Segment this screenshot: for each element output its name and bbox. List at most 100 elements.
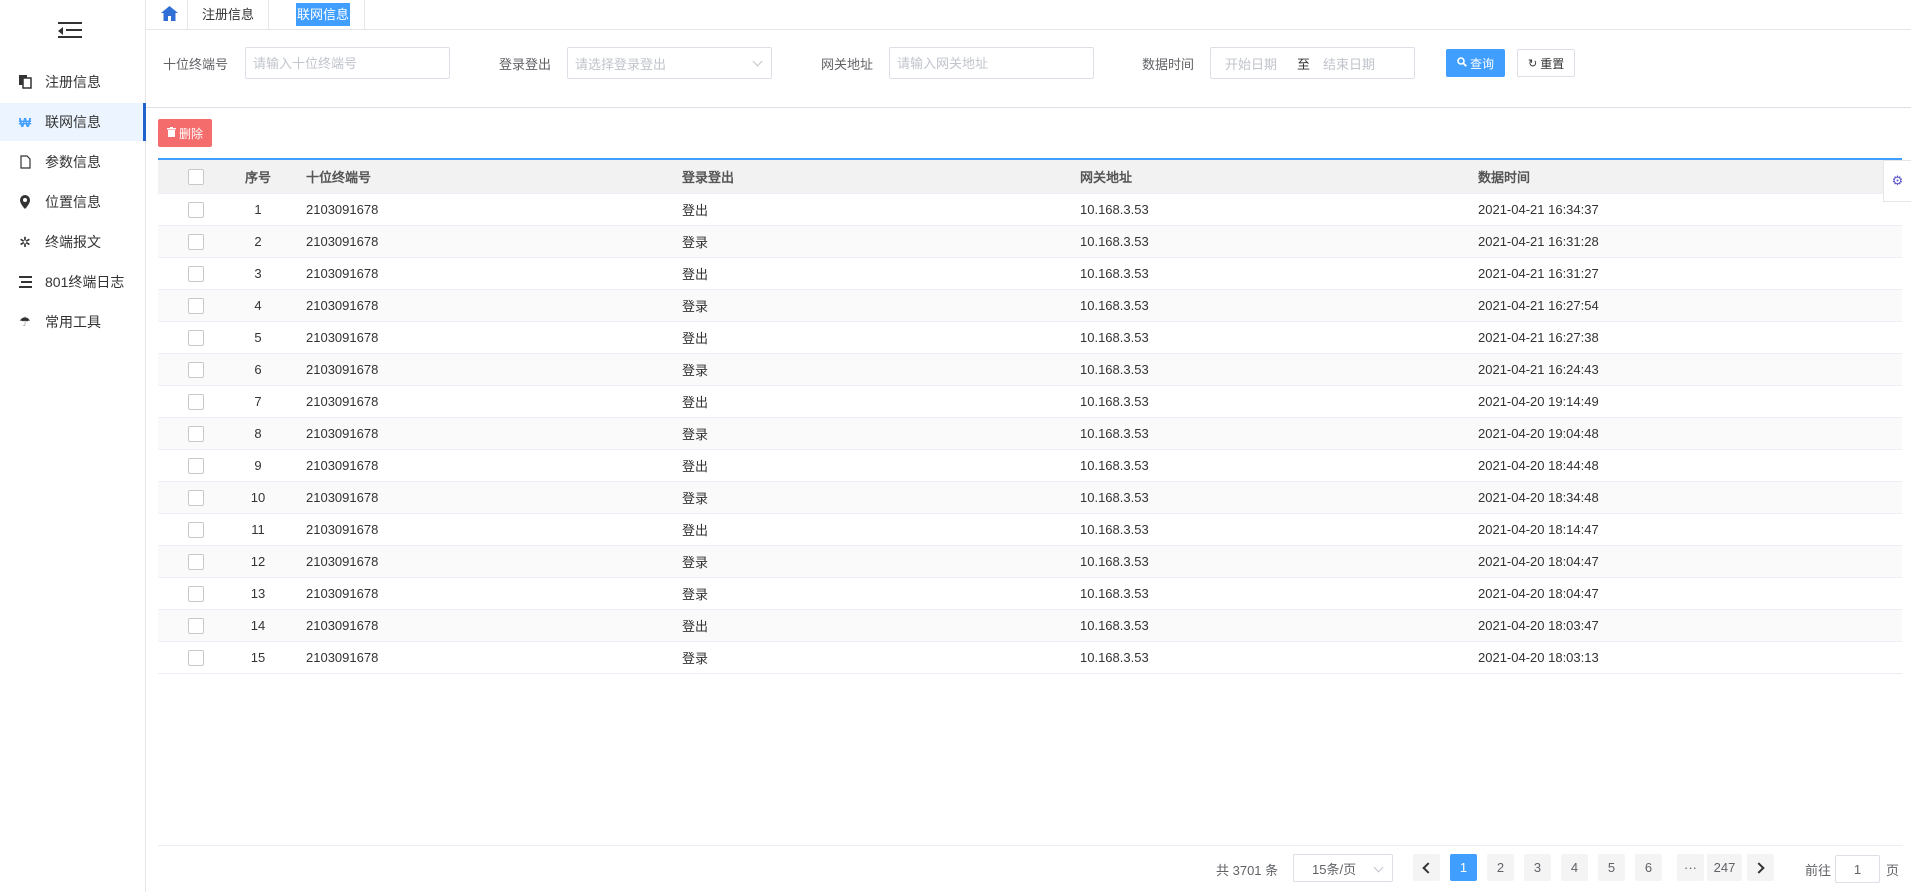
ellipsis-page[interactable]: ···	[1677, 854, 1704, 881]
cell-index: 11	[251, 522, 265, 537]
cell-gateway: 10.168.3.53	[1080, 458, 1149, 473]
sidebar-item-tools[interactable]: ☂ 常用工具	[0, 303, 146, 341]
page-4[interactable]: 4	[1561, 854, 1588, 881]
page-5[interactable]: 5	[1598, 854, 1625, 881]
column-settings-button[interactable]: ⚙	[1883, 160, 1911, 202]
sidebar-item-messages[interactable]: ✲ 终端报文	[0, 223, 146, 261]
row-checkbox[interactable]	[188, 265, 204, 282]
cell-login: 登录	[682, 555, 709, 570]
date-range-picker[interactable]: 开始日期 至 结束日期	[1210, 47, 1415, 79]
table-row[interactable]: 5 2103091678 登出 10.168.3.53 2021-04-21 16:27…	[158, 322, 1902, 354]
goto-page-value[interactable]: 1	[1854, 862, 1861, 877]
row-checkbox[interactable]	[188, 553, 204, 570]
cell-gateway: 10.168.3.53	[1080, 298, 1149, 313]
cell-terminal: 2103091678	[306, 490, 379, 505]
time-label: 数据时间	[1142, 57, 1195, 72]
pagination-divider	[158, 845, 1903, 846]
row-checkbox[interactable]	[188, 649, 204, 666]
table-row[interactable]: 1 2103091678 登出 10.168.3.53 2021-04-21 16:34…	[158, 194, 1902, 226]
range-separator: 至	[1297, 56, 1311, 72]
table-row[interactable]: 12 2103091678 登录 10.168.3.53 2021-04-20 18:0…	[158, 546, 1902, 578]
table-row[interactable]: 3 2103091678 登出 10.168.3.53 2021-04-21 16:31…	[158, 258, 1902, 290]
tab-network[interactable]: 联网信息	[282, 0, 366, 30]
page-1[interactable]: 1	[1450, 854, 1477, 881]
data-table: 序号 十位终端号 登录登出 网关地址 数据时间 1 2103091678 登出 10.…	[158, 158, 1902, 674]
end-date-placeholder[interactable]: 结束日期	[1323, 54, 1375, 73]
row-checkbox[interactable]	[188, 521, 204, 538]
menu-toggle-icon[interactable]	[58, 20, 82, 40]
table-row[interactable]: 13 2103091678 登录 10.168.3.53 2021-04-20 18:0…	[158, 578, 1902, 610]
table-row[interactable]: 8 2103091678 登录 10.168.3.53 2021-04-20 19:04…	[158, 418, 1902, 450]
cell-gateway: 10.168.3.53	[1080, 522, 1149, 537]
page-2[interactable]: 2	[1487, 854, 1514, 881]
row-checkbox[interactable]	[188, 361, 204, 378]
row-checkbox[interactable]	[188, 329, 204, 346]
row-checkbox[interactable]	[188, 393, 204, 410]
cell-time: 2021-04-20 19:04:48	[1478, 426, 1599, 441]
cell-login: 登出	[682, 395, 709, 410]
row-checkbox[interactable]	[188, 585, 204, 602]
sidebar-item-network[interactable]: ₩ 联网信息	[0, 103, 146, 141]
cell-terminal: 2103091678	[306, 586, 379, 601]
row-checkbox[interactable]	[188, 233, 204, 250]
cell-gateway: 10.168.3.53	[1080, 426, 1149, 441]
goto-page-input[interactable]: 1	[1835, 855, 1880, 883]
login-select[interactable]: 请选择登录登出	[567, 47, 772, 79]
row-checkbox[interactable]	[188, 489, 204, 506]
cell-gateway: 10.168.3.53	[1080, 330, 1149, 345]
page-size-select[interactable]: 15条/页	[1293, 854, 1393, 882]
next-page-button[interactable]	[1747, 854, 1774, 881]
row-checkbox[interactable]	[188, 425, 204, 442]
table-row[interactable]: 11 2103091678 登出 10.168.3.53 2021-04-20 18:1…	[158, 514, 1902, 546]
filter-bar: 十位终端号 登录登出 请选择登录登出 网关地址 数据时间 开始日期 至 结束日期…	[146, 30, 1911, 108]
sidebar-item-label: 位置信息	[45, 194, 101, 210]
gear-icon: ⚙	[1891, 173, 1904, 188]
sidebar-item-label: 注册信息	[45, 74, 101, 90]
select-all-checkbox[interactable]	[188, 168, 204, 185]
page-last[interactable]: 247	[1707, 854, 1742, 881]
table-row[interactable]: 15 2103091678 登录 10.168.3.53 2021-04-20 18:0…	[158, 642, 1902, 674]
table-row[interactable]: 4 2103091678 登录 10.168.3.53 2021-04-21 16:27…	[158, 290, 1902, 322]
gateway-field[interactable]	[889, 47, 1094, 79]
sidebar-item-params[interactable]: 参数信息	[0, 143, 146, 181]
row-checkbox[interactable]	[188, 457, 204, 474]
won-icon: ₩	[18, 114, 32, 130]
sidebar-item-location[interactable]: 位置信息	[0, 183, 146, 221]
table-row[interactable]: 7 2103091678 登出 10.168.3.53 2021-04-20 19:14…	[158, 386, 1902, 418]
cell-index: 2	[254, 234, 262, 249]
sidebar-item-label: 参数信息	[45, 154, 101, 170]
sidebar-item-label: 联网信息	[45, 114, 101, 130]
cell-gateway: 10.168.3.53	[1080, 490, 1149, 505]
prev-page-button[interactable]	[1413, 854, 1440, 881]
term-label: 十位终端号	[163, 57, 229, 72]
gateway-input[interactable]	[897, 55, 1086, 71]
row-checkbox[interactable]	[188, 617, 204, 634]
cell-index: 7	[254, 394, 262, 409]
tab-register[interactable]: 注册信息	[188, 0, 270, 30]
delete-button[interactable]: 删除	[158, 119, 213, 147]
cogs-icon: ✲	[19, 233, 31, 250]
term-field[interactable]	[245, 47, 450, 79]
chevron-down-icon	[1373, 862, 1384, 873]
row-checkbox[interactable]	[188, 297, 204, 314]
query-button[interactable]: 查询	[1446, 49, 1506, 77]
table-row[interactable]: 10 2103091678 登录 10.168.3.53 2021-04-20 18:3…	[158, 482, 1902, 514]
start-date-placeholder[interactable]: 开始日期	[1225, 54, 1297, 73]
map-pin-icon	[18, 195, 32, 209]
cell-gateway: 10.168.3.53	[1080, 554, 1149, 569]
page-3[interactable]: 3	[1524, 854, 1551, 881]
query-label: 查询	[1470, 56, 1495, 71]
table-row[interactable]: 2 2103091678 登录 10.168.3.53 2021-04-21 16:31…	[158, 226, 1902, 258]
home-tab[interactable]	[152, 0, 188, 30]
table-row[interactable]: 6 2103091678 登录 10.168.3.53 2021-04-21 16:24…	[158, 354, 1902, 386]
reset-button[interactable]: ↻ 重置	[1517, 49, 1576, 77]
sidebar-item-register[interactable]: 注册信息	[0, 63, 146, 101]
page-6[interactable]: 6	[1635, 854, 1662, 881]
sidebar-item-801-log[interactable]: 801终端日志	[0, 263, 146, 301]
term-input[interactable]	[253, 55, 442, 71]
table-row[interactable]: 14 2103091678 登出 10.168.3.53 2021-04-20 18:0…	[158, 610, 1902, 642]
cell-time: 2021-04-20 18:03:47	[1478, 618, 1599, 633]
cell-gateway: 10.168.3.53	[1080, 362, 1149, 377]
table-row[interactable]: 9 2103091678 登出 10.168.3.53 2021-04-20 18:44…	[158, 450, 1902, 482]
row-checkbox[interactable]	[188, 201, 204, 218]
